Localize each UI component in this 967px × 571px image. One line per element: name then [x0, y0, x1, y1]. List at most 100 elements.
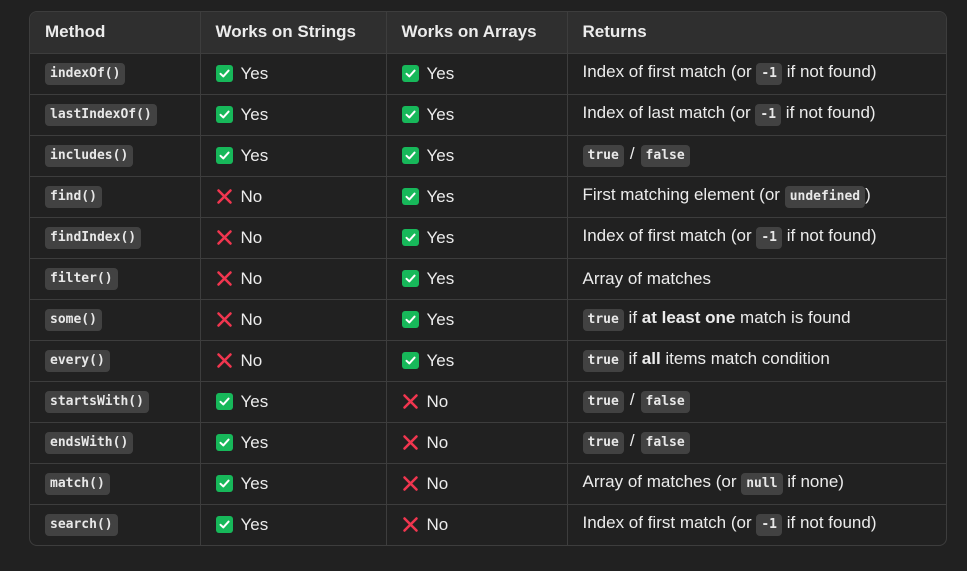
return-text: match is found [735, 308, 851, 327]
return-text: items match condition [660, 349, 830, 368]
works-on-arrays-label: Yes [426, 309, 455, 329]
method-name: includes() [45, 145, 134, 167]
table-row: filter() No Yes Array of matches [30, 258, 946, 300]
return-text: Index of first match (or [582, 513, 757, 533]
check-box-icon [215, 146, 233, 164]
works-on-arrays-cell: Yes [386, 94, 568, 136]
works-on-strings-label: Yes [240, 432, 269, 452]
works-on-arrays-label: Yes [426, 227, 455, 247]
table-header-row: Method Works on Strings Works on Arrays … [30, 12, 946, 54]
works-on-arrays-cell: Yes [386, 135, 568, 177]
works-on-strings-label: No [240, 309, 263, 329]
check-box-icon [401, 105, 419, 123]
works-on-arrays-label: Yes [426, 268, 455, 288]
return-code: undefined [784, 186, 866, 208]
works-on-arrays-label: No [426, 514, 449, 534]
returns-cell: true if at least one match is found [567, 299, 946, 341]
returns-cell: true / false [567, 135, 946, 177]
return-text: if [623, 349, 642, 368]
method-cell: indexOf() [30, 53, 201, 95]
works-on-arrays-cell: Yes [386, 340, 568, 382]
method-name: filter() [45, 268, 118, 290]
return-text: Index of first match (or [582, 226, 757, 245]
method-cell: endsWith() [30, 422, 201, 464]
works-on-strings-cell: Yes [200, 504, 387, 545]
table-row: includes() Yes Yes true / false [30, 135, 946, 177]
works-on-strings-label: No [240, 350, 263, 370]
return-separator: / [629, 390, 635, 409]
works-on-strings-cell: Yes [200, 381, 387, 423]
works-on-strings-label: Yes [240, 63, 269, 83]
method-cell: filter() [30, 258, 201, 300]
return-text: if not found) [781, 103, 876, 122]
check-box-icon [215, 64, 233, 82]
works-on-strings-label: No [240, 227, 263, 247]
works-on-strings-label: Yes [240, 473, 269, 493]
cross-icon [216, 270, 233, 287]
table-row: every() No Yes true if all items match cond… [30, 340, 946, 382]
works-on-strings-label: No [240, 186, 263, 206]
works-on-strings-cell: No [200, 217, 387, 259]
works-on-arrays-cell: Yes [386, 176, 568, 218]
return-code: -1 [756, 227, 782, 249]
works-on-strings-cell: Yes [200, 422, 387, 464]
method-cell: includes() [30, 135, 201, 177]
check-box-icon [215, 515, 233, 533]
check-box-icon [215, 392, 233, 410]
return-separator: / [629, 431, 635, 450]
check-box-icon [215, 105, 233, 123]
works-on-arrays-label: Yes [426, 104, 455, 124]
cross-icon [402, 475, 419, 492]
cross-icon [216, 352, 233, 369]
method-cell: find() [30, 176, 201, 218]
works-on-strings-cell: No [200, 299, 387, 341]
method-cell: lastIndexOf() [30, 94, 201, 136]
methods-table-container: Method Works on Strings Works on Arrays … [29, 11, 947, 546]
works-on-arrays-label: Yes [426, 63, 455, 83]
cross-icon [216, 229, 233, 246]
works-on-strings-cell: Yes [200, 463, 387, 505]
check-box-icon [401, 187, 419, 205]
return-text: if none) [782, 472, 844, 491]
works-on-arrays-cell: No [386, 504, 568, 545]
return-code: -1 [756, 514, 782, 537]
method-name: indexOf() [45, 63, 126, 85]
works-on-arrays-label: No [426, 473, 449, 493]
table-row: match() Yes No Array of matches (or null if… [30, 463, 946, 505]
return-separator: / [629, 144, 635, 163]
return-code: true [582, 309, 624, 331]
method-name: match() [45, 473, 110, 495]
works-on-arrays-label: No [426, 391, 449, 411]
return-code: null [741, 473, 783, 495]
return-text: Index of last match (or [582, 103, 756, 122]
method-name: endsWith() [45, 432, 134, 454]
header-method: Method [30, 12, 201, 54]
works-on-arrays-label: Yes [426, 186, 455, 206]
returns-cell: Index of first match (or -1 if not found… [567, 217, 946, 259]
works-on-arrays-label: Yes [426, 350, 455, 370]
returns-cell: Index of last match (or -1 if not found) [567, 94, 946, 136]
works-on-strings-cell: Yes [200, 135, 387, 177]
method-name: find() [45, 186, 102, 208]
check-box-icon [401, 146, 419, 164]
method-cell: findIndex() [30, 217, 201, 259]
table-body: indexOf() Yes Yes Index of first match (or … [30, 53, 946, 545]
works-on-strings-label: Yes [240, 514, 269, 534]
works-on-strings-label: Yes [240, 104, 269, 124]
header-works-on-strings: Works on Strings [200, 12, 387, 54]
works-on-arrays-cell: Yes [386, 258, 568, 300]
method-name: findIndex() [45, 227, 142, 249]
works-on-arrays-cell: No [386, 422, 568, 464]
return-code: true [582, 391, 624, 413]
return-text: Index of first match (or [582, 62, 757, 81]
works-on-strings-label: No [240, 268, 263, 288]
return-emphasis: all [641, 349, 661, 368]
return-text: if not found) [782, 62, 877, 81]
method-cell: some() [30, 299, 201, 341]
method-name: some() [45, 309, 102, 331]
methods-table: Method Works on Strings Works on Arrays … [30, 12, 946, 545]
works-on-arrays-cell: Yes [386, 299, 568, 341]
table-row: findIndex() No Yes Index of first match (or… [30, 217, 946, 259]
return-text: if [623, 308, 642, 327]
works-on-arrays-cell: No [386, 463, 568, 505]
